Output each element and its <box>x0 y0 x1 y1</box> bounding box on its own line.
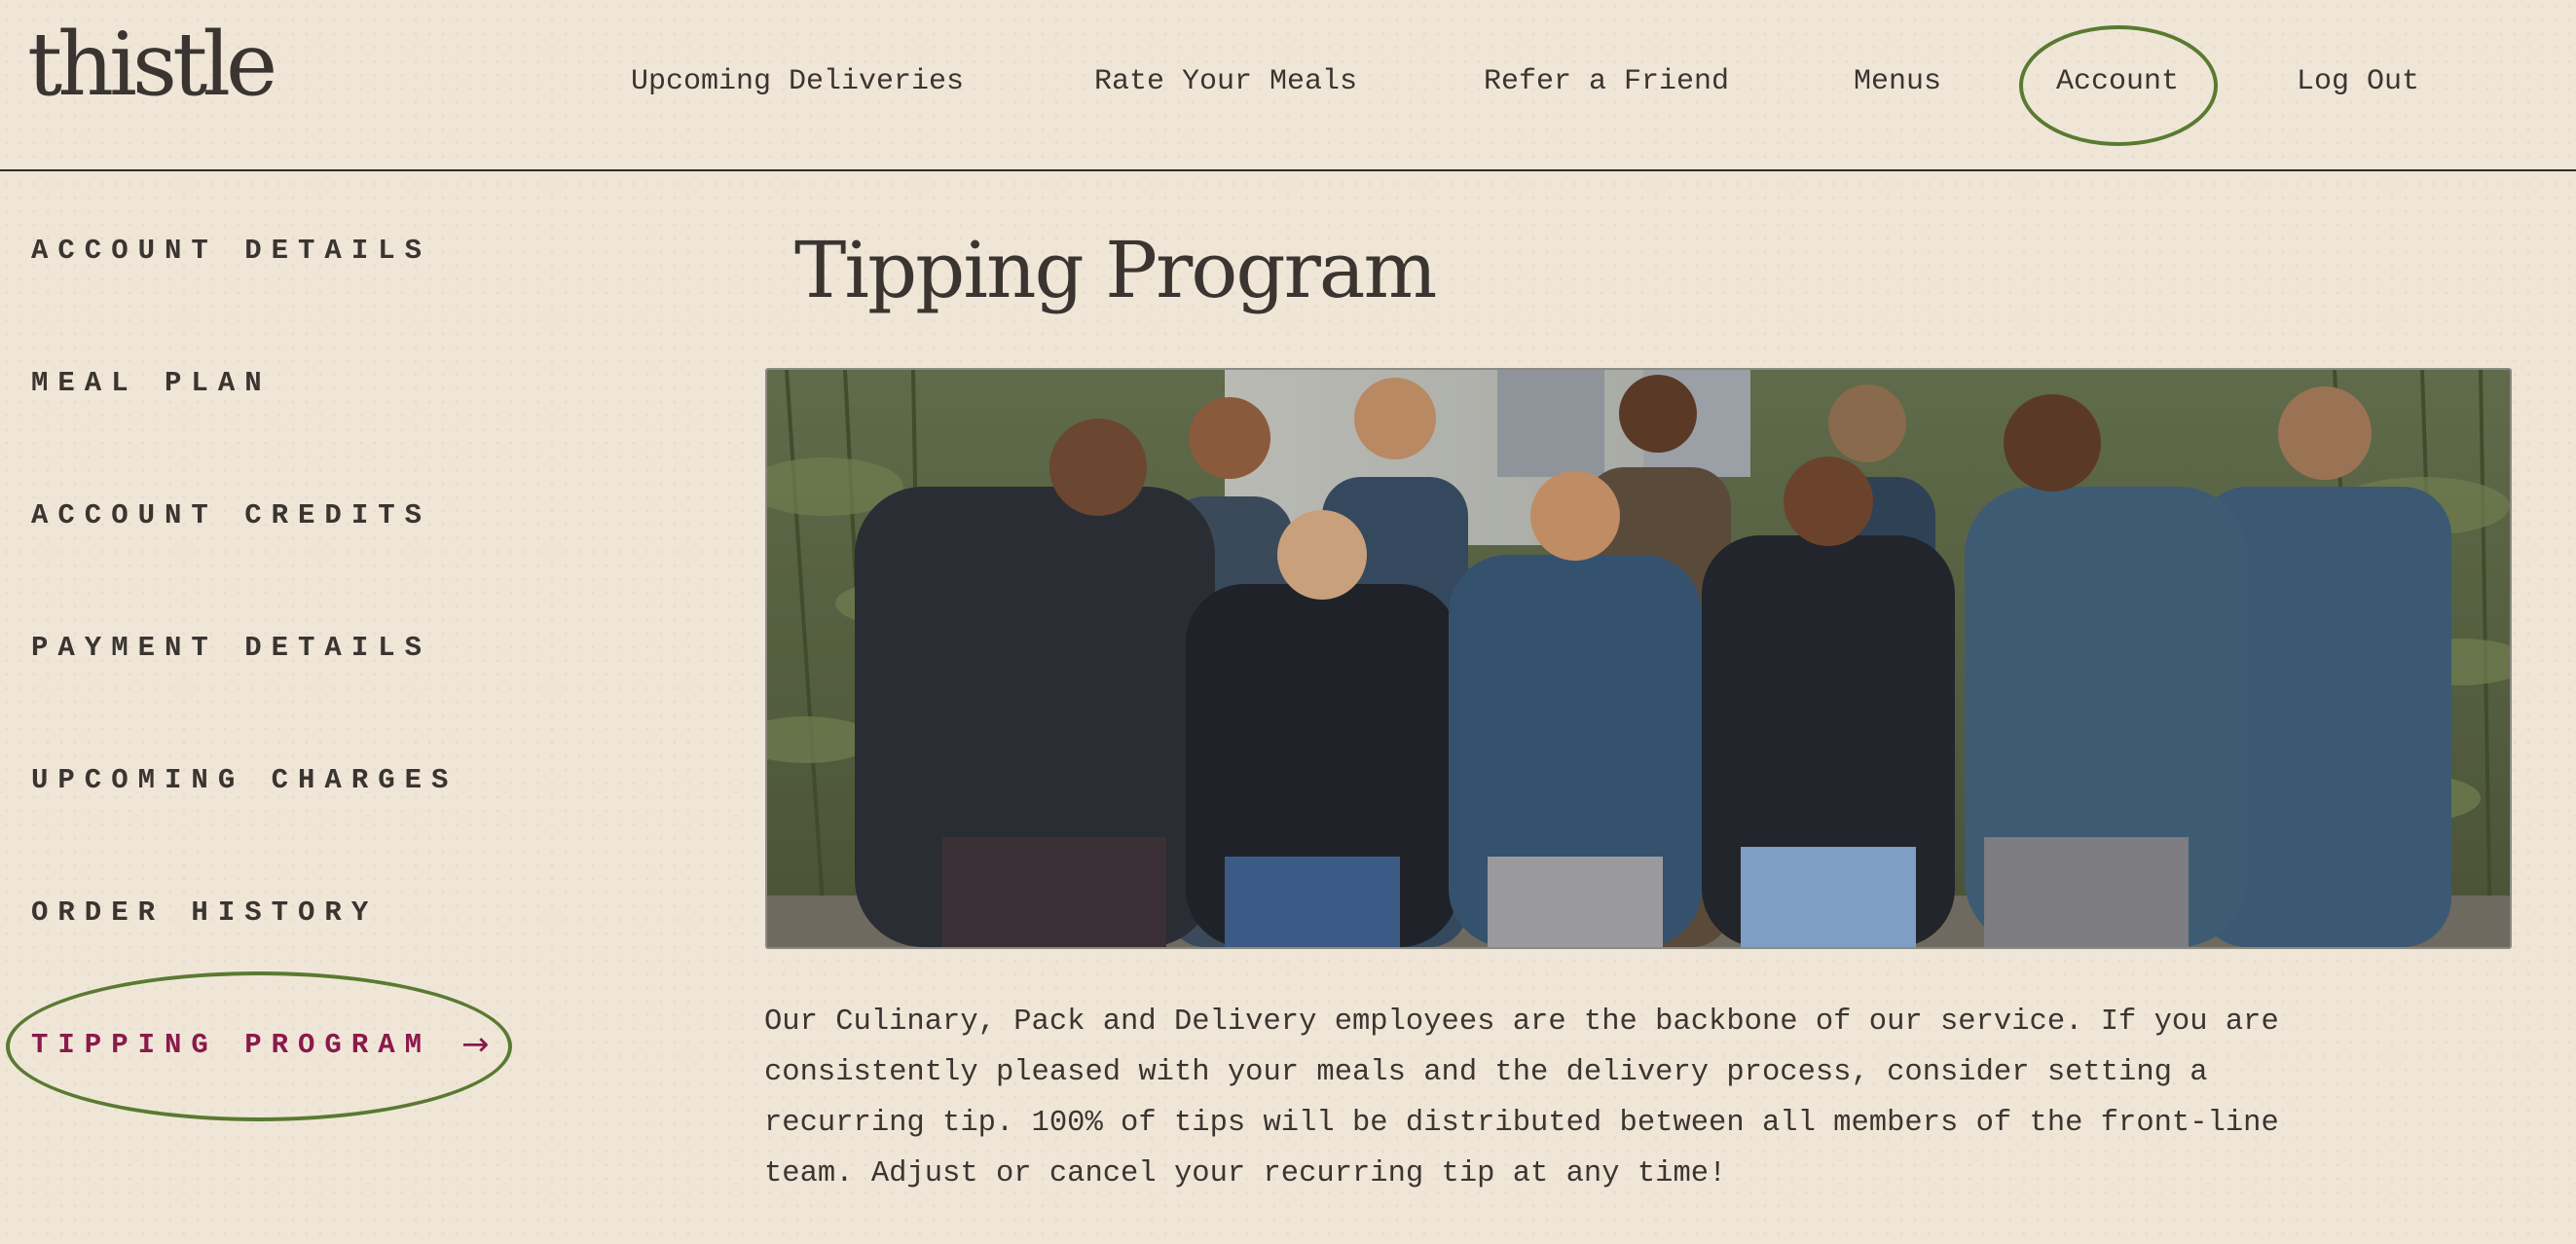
team-photo <box>765 368 2512 949</box>
sidebar-item-upcoming-charges[interactable]: UPCOMING CHARGES <box>31 763 458 798</box>
page-title: Tipping Program <box>794 225 1437 315</box>
nav-upcoming-deliveries[interactable]: Upcoming Deliveries <box>631 62 964 101</box>
nav-refer-a-friend[interactable]: Refer a Friend <box>1484 62 1729 101</box>
nav-menus[interactable]: Menus <box>1854 62 1941 101</box>
sidebar-item-order-history[interactable]: ORDER HISTORY <box>31 896 378 931</box>
thistle-logo[interactable]: thistle <box>27 21 277 109</box>
tipping-program-highlight-circle <box>6 971 512 1121</box>
sidebar-item-account-credits[interactable]: ACCOUNT CREDITS <box>31 498 431 533</box>
nav-rate-your-meals[interactable]: Rate Your Meals <box>1094 62 1357 101</box>
site-header: thistle Upcoming Deliveries Rate Your Me… <box>0 0 2576 171</box>
nav-log-out[interactable]: Log Out <box>2297 62 2419 101</box>
sidebar-item-payment-details[interactable]: PAYMENT DETAILS <box>31 631 431 666</box>
sidebar-item-meal-plan[interactable]: MEAL PLAN <box>31 366 272 401</box>
tipping-program-description: Our Culinary, Pack and Delivery employee… <box>764 1006 2279 1190</box>
sidebar-item-account-details[interactable]: ACCOUNT DETAILS <box>31 234 431 269</box>
account-highlight-circle <box>2019 25 2218 146</box>
